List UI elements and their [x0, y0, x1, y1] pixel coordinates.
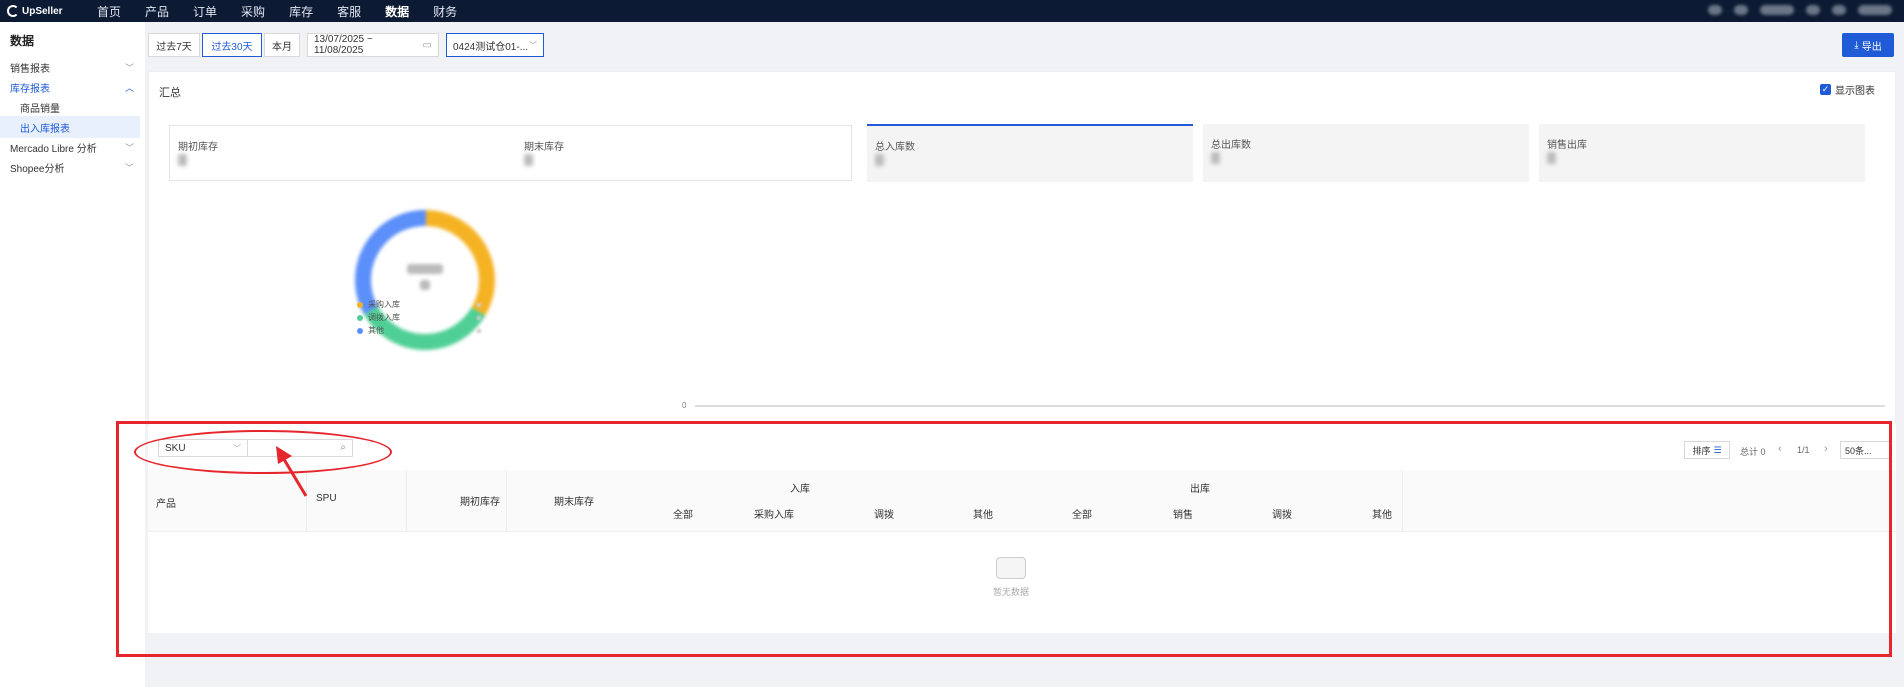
sidebar-item-product-sales[interactable]: 商品销量 [0, 96, 140, 118]
stat-total-outbound[interactable]: 总出库数 [1203, 124, 1529, 182]
chevron-down-icon: ﹀ [124, 63, 134, 73]
range-month-button[interactable]: 本月 [264, 33, 300, 57]
axis-zero-label: 0 [682, 401, 687, 410]
legend-label: 调拨入库 [368, 313, 400, 322]
stat-value-blurred [524, 154, 533, 166]
sidebar-item-inventory-report[interactable]: 库存报表 ︿ [0, 76, 140, 98]
stat-opening-stock: 期初库存 [170, 126, 450, 180]
warehouse-select[interactable]: 0424测试仓01-... ﹀ [446, 33, 544, 57]
stat-closing-stock: 期末库存 [516, 126, 796, 180]
top-right-tools [1708, 5, 1892, 15]
nav-data[interactable]: 数据 [385, 3, 409, 20]
brand-name: UpSeller [22, 5, 63, 17]
blurred-icon[interactable] [1708, 5, 1722, 15]
summary-title: 汇总 [159, 87, 181, 99]
legend-value-blurred [477, 328, 481, 333]
legend-label: 采购入库 [368, 300, 400, 309]
export-button[interactable]: ⤓ 导出 [1842, 33, 1894, 57]
top-navigation-bar: UpSeller 首页 产品 订单 采购 库存 客服 数据 财务 [0, 0, 1904, 22]
date-range-picker[interactable]: 13/07/2025 ~ 11/08/2025 ▭ [307, 33, 439, 57]
stat-value-blurred [1547, 152, 1556, 164]
stat-value-blurred [875, 154, 884, 166]
range-30days-button[interactable]: 过去30天 [202, 33, 262, 57]
show-chart-toggle[interactable]: ✓ 显示图表 [1820, 82, 1875, 97]
export-label: 导出 [1861, 41, 1882, 53]
nav-purchase[interactable]: 采购 [241, 3, 265, 20]
annotation-arrow-icon [276, 446, 308, 497]
show-chart-label: 显示图表 [1835, 86, 1875, 97]
nav-service[interactable]: 客服 [337, 3, 361, 20]
nav-inventory[interactable]: 库存 [289, 3, 313, 20]
sidebar-item-label: Shopee分析 [10, 163, 65, 175]
sidebar-item-label: Mercado Libre 分析 [10, 143, 97, 155]
range-7days-button[interactable]: 过去7天 [148, 33, 200, 57]
nav-products[interactable]: 产品 [145, 3, 169, 20]
sidebar-item-shopee[interactable]: Shopee分析 ﹀ [0, 156, 140, 178]
sidebar-item-inout-report[interactable]: 出入库报表 [0, 116, 140, 138]
stat-label: 总出库数 [1211, 140, 1251, 151]
stat-label: 销售出库 [1547, 140, 1587, 151]
chevron-down-icon: ﹀ [124, 163, 134, 173]
stat-sales-outbound[interactable]: 销售出库 [1539, 124, 1865, 182]
donut-center-label-blurred [407, 264, 443, 274]
sidebar-item-label: 库存报表 [10, 83, 50, 95]
nav-home[interactable]: 首页 [97, 3, 121, 20]
legend-dot-orange [357, 301, 363, 308]
nav-orders[interactable]: 订单 [193, 3, 217, 20]
date-range-value: 13/07/2025 ~ 11/08/2025 [314, 34, 373, 56]
legend-item-other: 其他 [357, 325, 481, 336]
sidebar-title: 数据 [10, 34, 35, 48]
legend-value-blurred [477, 302, 481, 307]
chevron-down-icon: ﹀ [529, 40, 537, 50]
blurred-icon[interactable] [1832, 5, 1846, 15]
legend-dot-blue [357, 327, 363, 334]
brand-logo[interactable]: UpSeller [7, 5, 85, 17]
legend-dot-green [357, 314, 363, 321]
sidebar-item-sales-report[interactable]: 销售报表 ﹀ [0, 56, 140, 78]
chevron-up-icon: ︿ [124, 83, 134, 93]
stock-stat-group: 期初库存 期末库存 [169, 125, 852, 181]
chart-baseline [695, 405, 1885, 407]
chevron-down-icon: ﹀ [124, 143, 134, 153]
inbound-donut-chart [355, 210, 495, 350]
download-icon: ⤓ [1854, 39, 1859, 51]
donut-center-value-blurred [420, 280, 430, 290]
legend-value-blurred [477, 315, 481, 320]
stat-label: 期末库存 [524, 142, 564, 153]
legend-item-transfer: 调拨入库 [357, 312, 481, 323]
stat-value-blurred [178, 154, 187, 166]
logo-icon [7, 5, 19, 17]
stat-label: 总入库数 [875, 142, 915, 153]
sidebar-item-label: 出入库报表 [20, 123, 70, 135]
annotation-highlight-ellipse [134, 430, 392, 474]
stat-total-inbound[interactable]: 总入库数 [867, 124, 1193, 182]
blurred-user[interactable] [1858, 5, 1892, 15]
sidebar-item-mercado-libre[interactable]: Mercado Libre 分析 ﹀ [0, 136, 140, 158]
blurred-icon[interactable] [1734, 5, 1748, 15]
calendar-icon: ▭ [422, 39, 432, 51]
sidebar-item-label: 销售报表 [10, 63, 50, 75]
legend-label: 其他 [368, 326, 384, 335]
stat-value-blurred [1211, 152, 1220, 164]
checkbox-checked-icon[interactable]: ✓ [1820, 84, 1831, 95]
stat-label: 期初库存 [178, 142, 218, 153]
nav-finance[interactable]: 财务 [433, 3, 457, 20]
warehouse-value: 0424测试仓01-... [453, 41, 529, 53]
sidebar-item-label: 商品销量 [20, 103, 60, 115]
blurred-icon[interactable] [1806, 5, 1820, 15]
blurred-item[interactable] [1760, 5, 1794, 15]
legend-item-purchase: 采购入库 [357, 299, 481, 310]
